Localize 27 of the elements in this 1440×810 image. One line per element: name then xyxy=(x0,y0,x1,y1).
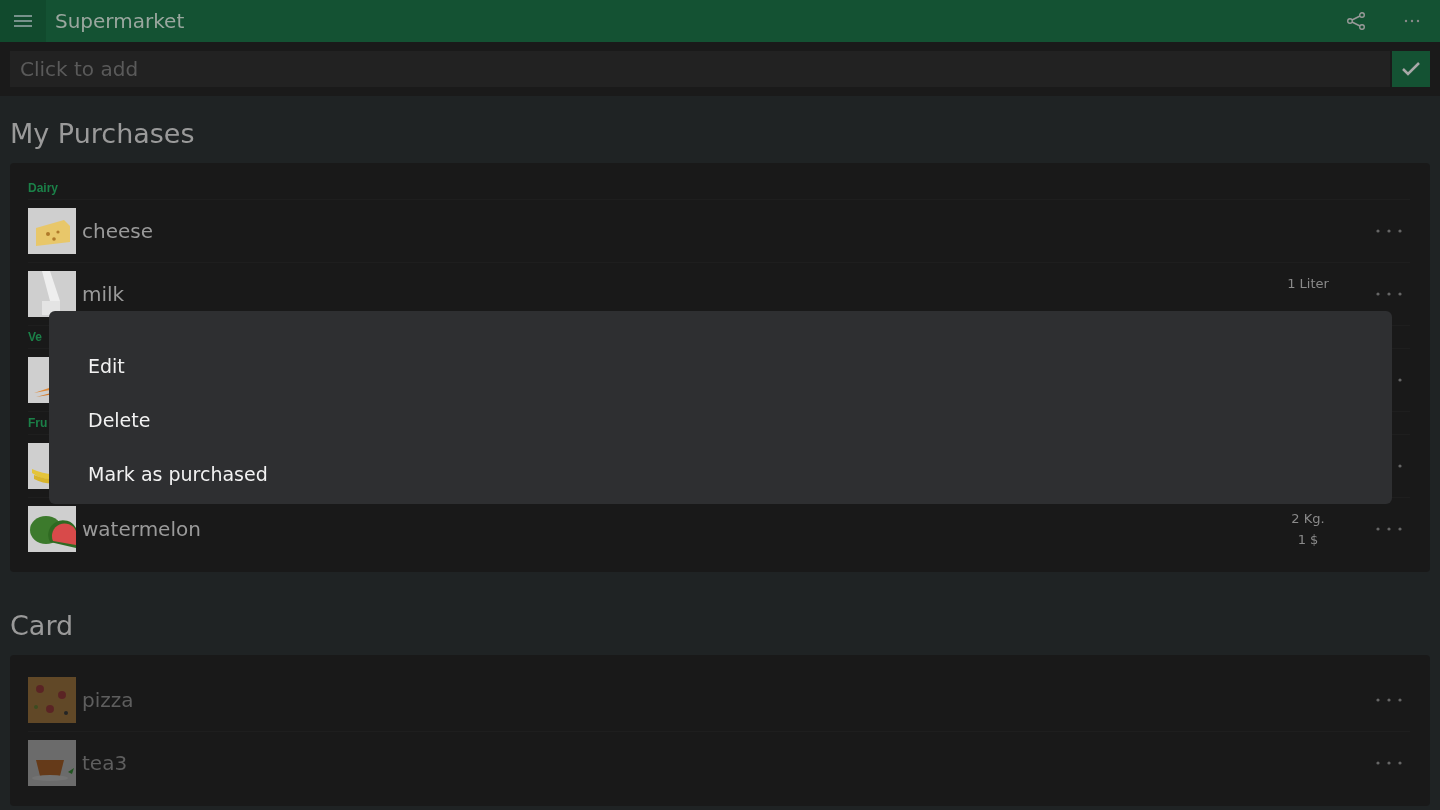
share-icon xyxy=(1346,12,1366,30)
item-name: tea3 xyxy=(82,751,128,775)
menu-button[interactable] xyxy=(0,0,46,42)
menu-icon xyxy=(14,15,32,27)
more-icon xyxy=(1376,229,1402,233)
check-icon xyxy=(1401,61,1421,77)
add-field[interactable]: Click to add xyxy=(10,51,1390,87)
confirm-button[interactable] xyxy=(1392,51,1430,87)
item-name: milk xyxy=(82,282,125,306)
group-label: Dairy xyxy=(28,177,1410,200)
more-icon xyxy=(1376,527,1402,531)
menu-item[interactable]: Edit xyxy=(49,339,1392,393)
item-name: cheese xyxy=(82,219,153,243)
more-icon xyxy=(1376,698,1402,702)
more-icon xyxy=(1376,761,1402,765)
section-heading: My Purchases xyxy=(10,118,196,149)
app-title: Supermarket xyxy=(55,9,185,33)
menu-item[interactable]: Delete xyxy=(49,393,1392,447)
item-name: watermelon xyxy=(82,517,201,541)
item-name: pizza xyxy=(82,688,134,712)
menu-item[interactable]: Mark as purchased xyxy=(49,447,1392,501)
section-heading: Card xyxy=(10,610,75,641)
item-quantity: 2 Kg. xyxy=(1291,511,1325,526)
item-price: 1 $ xyxy=(1297,532,1319,547)
more-icon xyxy=(1376,292,1402,296)
more-icon xyxy=(1404,19,1420,23)
item-quantity: 1 Liter xyxy=(1287,276,1329,291)
